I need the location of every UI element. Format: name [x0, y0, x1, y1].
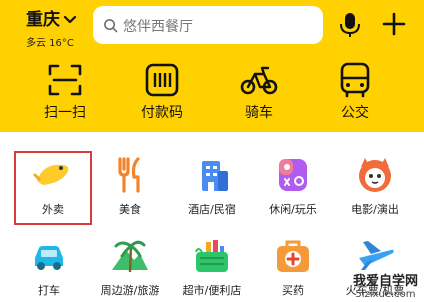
category-label: 超市/便利店 — [182, 284, 242, 297]
category-label: 酒店/民宿 — [188, 203, 236, 216]
quick-action-label: 公交 — [341, 105, 369, 121]
bike-icon — [240, 66, 278, 95]
category-label: 美食 — [119, 203, 141, 216]
category-supermarket[interactable]: 超市/便利店 — [170, 236, 254, 302]
search-bar[interactable]: 悠伴西餐厅 — [93, 6, 323, 44]
chevron-down-icon[interactable] — [63, 13, 77, 27]
microphone-icon[interactable] — [339, 12, 361, 38]
watermark-line2: 5izixue.com — [355, 289, 416, 300]
movie-icon — [359, 158, 391, 192]
watermark: 我爱自学网 5izixue.com — [353, 270, 418, 300]
taxi-icon — [35, 246, 63, 270]
category-taxi[interactable]: 打车 — [7, 236, 91, 302]
quick-action-label: 付款码 — [141, 105, 183, 121]
search-icon — [104, 19, 118, 33]
category-label: 买药 — [282, 284, 304, 297]
quick-action-bike[interactable]: 骑车 — [224, 62, 294, 128]
category-label: 休闲/玩乐 — [269, 203, 317, 216]
category-hotel[interactable]: 酒店/民宿 — [170, 155, 254, 225]
weather-text: 多云 16°C — [26, 38, 74, 49]
category-leisure[interactable]: 休闲/玩乐 — [251, 155, 335, 225]
leisure-icon — [279, 159, 307, 191]
hotel-icon — [202, 161, 228, 191]
food-icon — [118, 157, 140, 193]
travel-icon — [112, 240, 148, 273]
category-food[interactable]: 美食 — [88, 155, 172, 225]
medicine-icon — [277, 240, 309, 272]
quick-action-scan[interactable]: 扫一扫 — [30, 62, 100, 128]
quick-action-label: 扫一扫 — [44, 105, 86, 121]
quick-action-bus[interactable]: 公交 — [320, 62, 390, 128]
category-label: 周边游/旅游 — [100, 284, 160, 297]
highlight-box — [14, 151, 92, 225]
category-label: 打车 — [38, 284, 60, 297]
supermarket-icon — [195, 240, 228, 272]
barcode-icon — [145, 63, 179, 97]
category-travel[interactable]: 周边游/旅游 — [88, 236, 172, 302]
watermark-line1: 我爱自学网 — [352, 274, 418, 289]
category-medicine[interactable]: 买药 — [251, 236, 335, 302]
plus-icon[interactable] — [382, 12, 406, 36]
bus-icon — [340, 62, 370, 98]
category-label: 电影/演出 — [351, 203, 399, 216]
search-placeholder: 悠伴西餐厅 — [123, 19, 193, 35]
quick-action-pay-code[interactable]: 付款码 — [127, 62, 197, 128]
quick-action-label: 骑车 — [245, 105, 273, 121]
scan-icon — [48, 64, 82, 96]
city-selector[interactable]: 重庆 — [26, 10, 60, 30]
category-movie[interactable]: 电影/演出 — [333, 155, 417, 225]
